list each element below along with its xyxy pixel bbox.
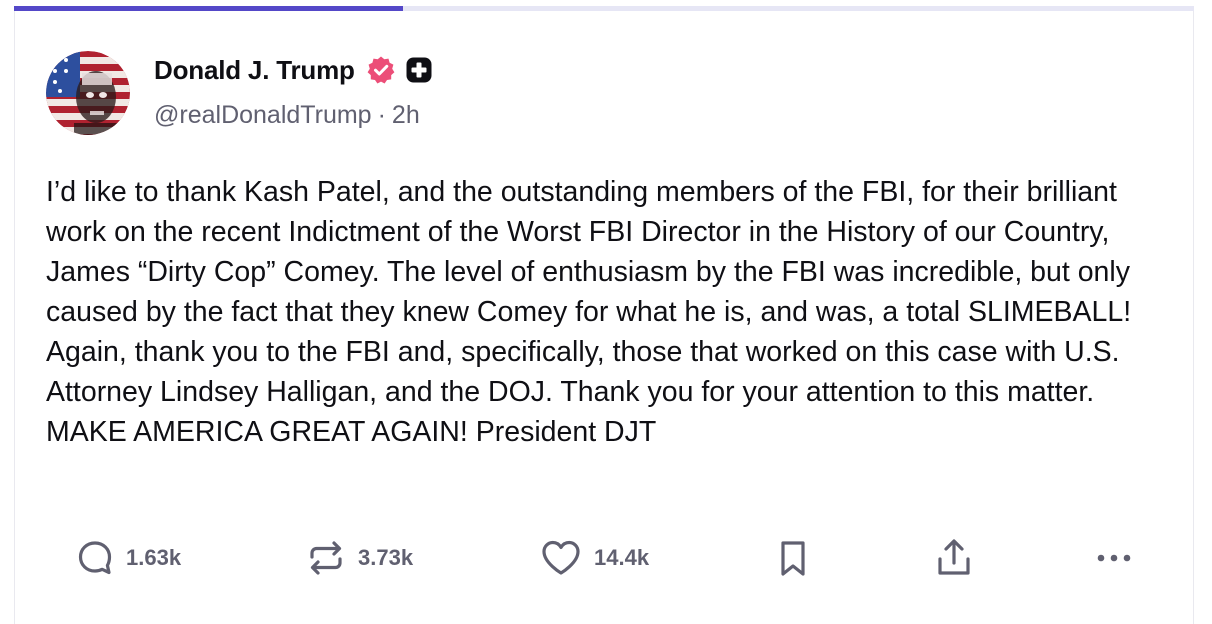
reply-bubble-icon xyxy=(78,541,112,575)
more-options-button[interactable] xyxy=(1094,534,1136,582)
avatar[interactable] xyxy=(46,51,130,135)
like-count: 14.4k xyxy=(594,545,650,570)
more-dots-icon xyxy=(1097,554,1131,562)
bookmark-icon xyxy=(781,541,805,576)
bookmark-button[interactable] xyxy=(776,534,810,582)
plus-badge-icon xyxy=(405,56,433,84)
retruth-button[interactable]: 3.73k xyxy=(306,534,413,582)
handle-row: @realDonaldTrump · 2h xyxy=(154,101,420,130)
retruth-count: 3.73k xyxy=(358,545,414,570)
author-handle[interactable]: @realDonaldTrump xyxy=(154,101,372,129)
post-body-text: I’d like to thank Kash Patel, and the ou… xyxy=(46,176,1132,448)
reply-count: 1.63k xyxy=(126,545,182,570)
truth-post-page: Donald J. Trump @realDonaldTrump · 2h I’d … xyxy=(0,0,1212,624)
avatar-image xyxy=(46,51,130,135)
repost-arrows-icon xyxy=(310,541,342,575)
heart-icon xyxy=(542,540,580,575)
share-button[interactable] xyxy=(934,534,974,582)
reply-button[interactable]: 1.63k xyxy=(76,534,181,582)
share-upload-icon xyxy=(938,539,970,575)
like-button[interactable]: 14.4k xyxy=(540,534,649,582)
post-timestamp[interactable]: 2h xyxy=(392,101,420,129)
author-name[interactable]: Donald J. Trump xyxy=(154,55,355,86)
post-actions-bar: 1.63k 3.73k 14.4k xyxy=(0,534,1212,582)
verified-badge-icon xyxy=(366,55,396,85)
handle-separator: · xyxy=(377,101,386,129)
author-row: Donald J. Trump xyxy=(154,52,433,88)
